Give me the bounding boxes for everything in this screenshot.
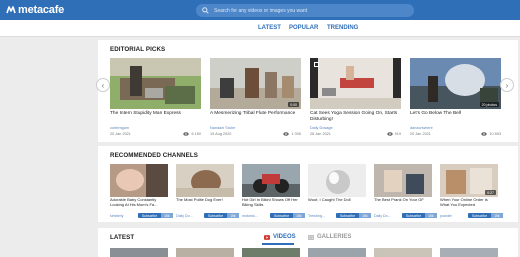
video-thumbnail[interactable] (374, 164, 432, 197)
views-count: 1 005 (291, 132, 301, 136)
latest-title: LATEST (110, 234, 135, 241)
tab-videos[interactable]: VIDEOS (264, 234, 296, 240)
video-title[interactable]: The Most Polite Dog Ever! (176, 197, 234, 203)
latest-thumbnail[interactable] (242, 248, 300, 257)
eye-icon (481, 132, 488, 136)
channel-name[interactable]: powder (440, 214, 452, 218)
video-title[interactable]: The Intern Stupidity Man Express (110, 111, 201, 117)
video-title[interactable]: Cat Sees Yoga Session Going On, Starts D… (310, 111, 401, 123)
video-thumbnail[interactable] (308, 164, 366, 197)
video-author[interactable]: Nandani Sruhe (210, 126, 235, 130)
video-author[interactable]: Daily Dosage (310, 126, 333, 130)
video-thumbnail[interactable]: 0:00 (210, 58, 301, 109)
subscribe-button[interactable]: Subscribe 15k (336, 213, 371, 218)
gallery-card[interactable]: 20 photos Let's Go Below The Bell danzun… (410, 58, 501, 138)
chevron-right-icon: › (505, 80, 509, 90)
views-count: 10 893 (489, 132, 501, 136)
gallery-date: 20 Jan 2021 (410, 132, 431, 136)
video-thumbnail[interactable] (110, 58, 201, 109)
gallery-tab-icon (308, 234, 314, 240)
video-duration: 0:27 (485, 190, 496, 195)
section-nav: LATEST POPULAR TRENDING (0, 20, 520, 37)
subscribe-button[interactable]: Subscribe 15k (138, 213, 173, 218)
channel-video-card[interactable]: The Best Prank On Your GF Daily Do... Su… (374, 164, 437, 220)
video-title[interactable]: The Best Prank On Your GF (374, 197, 432, 203)
channel-video-card[interactable]: Hot Girl In Bikini Shows Off Her Biking … (242, 164, 305, 220)
eye-icon (183, 132, 190, 136)
video-date: 19 Aug 2020 (210, 132, 232, 136)
carousel-prev-button[interactable]: ‹ (96, 78, 110, 92)
video-views: 1 005 (283, 132, 301, 136)
metacafe-logo-icon (6, 6, 16, 14)
channel-video-card[interactable]: Adorable Baby Constantly Looking At His … (110, 164, 173, 220)
nav-trending[interactable]: TRENDING (327, 25, 358, 31)
video-date: 20 Jan 2021 (110, 132, 131, 136)
video-title[interactable]: Adorable Baby Constantly Looking At His … (110, 197, 168, 208)
gallery-thumbnail[interactable]: 20 photos (410, 58, 501, 109)
video-thumbnail[interactable] (242, 164, 300, 197)
metacafe-logo[interactable]: metacafe (6, 3, 64, 17)
subscribe-button[interactable]: Subscribe 15k (270, 213, 305, 218)
video-thumbnail[interactable] (176, 164, 234, 197)
recommended-channels-panel: RECOMMENDED CHANNELS Adorable Baby Const… (98, 146, 518, 222)
recommended-channels-title: RECOMMENDED CHANNELS (110, 152, 198, 159)
channel-video-card[interactable]: The Most Polite Dog Ever! Daily Do... Su… (176, 164, 239, 220)
channel-name[interactable]: Daily Do... (176, 214, 193, 218)
carousel-next-button[interactable]: › (500, 78, 514, 92)
video-title[interactable]: Woof, I Caught The Doll (308, 197, 366, 203)
eye-icon (386, 132, 393, 136)
brand-name: metacafe (18, 4, 65, 16)
video-card[interactable]: 0:00 A Mesmerizing Tribal Flute Performa… (210, 58, 301, 138)
nav-latest[interactable]: LATEST (258, 25, 281, 31)
video-tab-icon (264, 234, 270, 240)
subscribe-button[interactable]: Subscribe 15k (204, 213, 239, 218)
latest-thumbnail[interactable] (374, 248, 432, 257)
video-thumbnail[interactable]: 0:27 (440, 164, 498, 197)
channel-name[interactable]: kimberly (110, 214, 123, 218)
nav-popular[interactable]: POPULAR (289, 25, 318, 31)
channel-name[interactable]: Trending... (308, 214, 325, 218)
video-views: 6 150 (183, 132, 201, 136)
editorial-picks-title: EDITORIAL PICKS (110, 46, 166, 53)
search-icon (202, 7, 209, 14)
latest-thumbnail[interactable] (176, 248, 234, 257)
views-count: 6 150 (191, 132, 201, 136)
top-bar: metacafe (0, 0, 520, 20)
video-thumbnail[interactable] (110, 164, 168, 197)
latest-thumbnail[interactable] (308, 248, 366, 257)
video-title[interactable]: When Your Online Order Is What You Expec… (440, 197, 498, 208)
video-views: 919 (386, 132, 401, 136)
video-thumbnail[interactable] (310, 58, 401, 109)
gallery-views: 10 893 (481, 132, 501, 136)
latest-panel: LATEST VIDEOS GALLERIES (98, 228, 518, 257)
camera-icon (314, 62, 319, 67)
video-title[interactable]: Hot Girl In Bikini Shows Off Her Biking … (242, 197, 300, 208)
chevron-left-icon: ‹ (101, 80, 105, 90)
video-title[interactable]: A Mesmerizing Tribal Flute Performance (210, 111, 301, 117)
channel-video-card[interactable]: Woof, I Caught The Doll Trending... Subs… (308, 164, 371, 220)
subscribe-button[interactable]: Subscribe 15k (402, 213, 437, 218)
video-duration: 0:00 (288, 102, 299, 107)
video-card[interactable]: Cat Sees Yoga Session Going On, Starts D… (310, 58, 401, 138)
search-bar[interactable] (196, 4, 414, 17)
channel-name[interactable]: Daily Do... (374, 214, 391, 218)
channel-name[interactable]: motorsk... (242, 214, 258, 218)
tab-videos-active-indicator (262, 243, 294, 245)
video-date: 26 Jan 2021 (310, 132, 331, 136)
gallery-photo-count: 20 photos (479, 102, 499, 107)
subscribe-button[interactable]: Subscribe 15k (468, 213, 503, 218)
tab-galleries[interactable]: GALLERIES (308, 234, 351, 240)
video-author[interactable]: curtemgum (110, 126, 129, 130)
search-input[interactable] (214, 7, 404, 14)
channel-video-card[interactable]: 0:27 When Your Online Order Is What You … (440, 164, 503, 220)
latest-thumbnail[interactable] (110, 248, 168, 257)
gallery-title[interactable]: Let's Go Below The Bell (410, 111, 501, 117)
editorial-picks-panel: EDITORIAL PICKS The Intern Stupidity Man… (98, 40, 518, 142)
latest-thumbnail[interactable] (440, 248, 498, 257)
video-card[interactable]: The Intern Stupidity Man Express curtemg… (110, 58, 201, 138)
views-count: 919 (394, 132, 401, 136)
gallery-author[interactable]: danzunwhere (410, 126, 433, 130)
eye-icon (283, 132, 290, 136)
